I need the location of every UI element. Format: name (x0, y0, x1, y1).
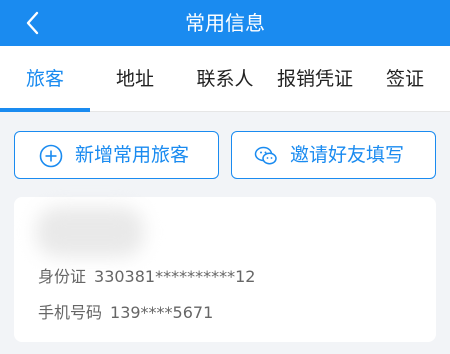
tab-contacts[interactable]: 联系人 (180, 46, 270, 112)
passenger-name-blurred (36, 207, 144, 257)
passenger-card[interactable]: 身份证 330381**********12 手机号码 139****5671 (14, 197, 436, 342)
invite-friend-label: 邀请好友填写 (290, 144, 405, 166)
invite-friend-button[interactable]: 邀请好友填写 (231, 131, 436, 179)
id-value: 330381**********12 (94, 267, 256, 286)
tab-passenger[interactable]: 旅客 (0, 46, 90, 112)
phone-value: 139****5671 (110, 303, 214, 322)
phone-row: 手机号码 139****5671 (38, 299, 213, 323)
page-title: 常用信息 (185, 11, 265, 35)
add-passenger-button[interactable]: 新增常用旅客 (14, 131, 219, 179)
active-tab-indicator (0, 108, 90, 112)
header-bar: 常用信息 (0, 0, 450, 46)
tab-visa[interactable]: 签证 (360, 46, 450, 112)
plus-circle-icon (39, 144, 63, 168)
id-label: 身份证 (38, 267, 87, 286)
phone-label: 手机号码 (38, 303, 103, 322)
tab-bar: 旅客 地址 联系人 报销凭证 签证 (0, 46, 450, 112)
add-passenger-label: 新增常用旅客 (75, 144, 190, 166)
tab-address[interactable]: 地址 (90, 46, 180, 112)
id-row: 身份证 330381**********12 (38, 263, 255, 287)
tab-reimbursement[interactable]: 报销凭证 (270, 46, 360, 112)
wechat-icon (254, 146, 277, 165)
